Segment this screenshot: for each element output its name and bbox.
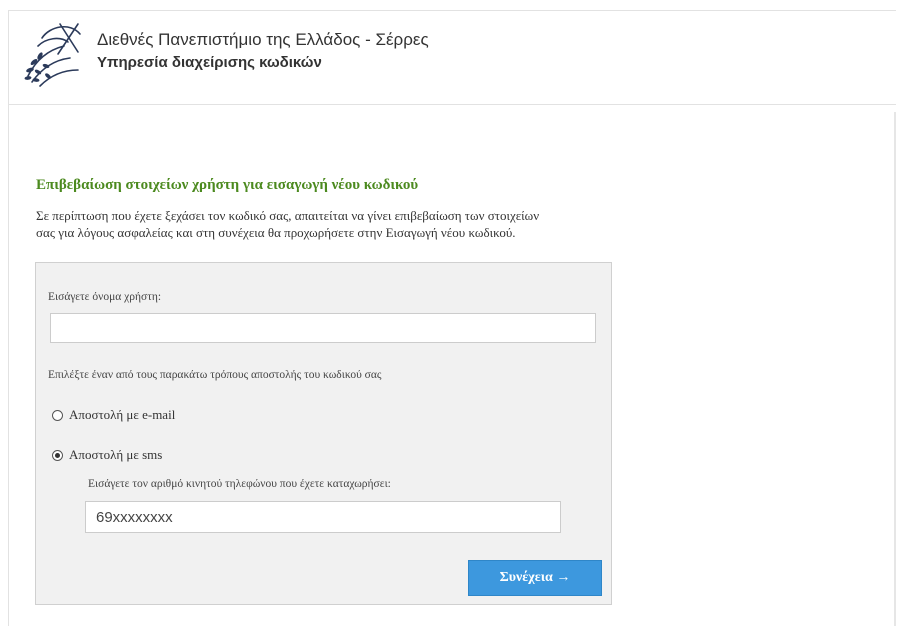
phone-label: Εισάγετε τον αριθμό κινητού τηλεφώνου πο… <box>88 478 391 490</box>
phone-input[interactable] <box>85 501 561 533</box>
right-divider <box>894 112 896 626</box>
username-label: Εισάγετε όνομα χρήστη: <box>48 291 162 303</box>
email-option-label: Αποστολή με e-mail <box>69 407 176 422</box>
sms-option-label: Αποστολή με sms <box>69 447 163 462</box>
university-name: Διεθνές Πανεπιστήμιο της Ελλάδος - Σέρρε… <box>97 30 429 49</box>
site-header: Διεθνές Πανεπιστήμιο της Ελλάδος - Σέρρε… <box>8 10 896 105</box>
send-method-label: Επιλέξτε έναν από τους παρακάτω τρόπους … <box>48 369 382 381</box>
service-name: Υπηρεσία διαχείρισης κωδικών <box>97 54 322 71</box>
university-logo-icon <box>24 23 81 87</box>
radio-option-email[interactable]: Αποστολή με e-mail <box>52 407 175 423</box>
username-input[interactable] <box>50 313 596 343</box>
intro-line-1: Σε περίπτωση που έχετε ξεχάσει τον κωδικ… <box>36 208 540 223</box>
page-title: Επιβεβαίωση στοιχείων χρήστη για εισαγωγ… <box>36 177 419 193</box>
verification-form: Εισάγετε όνομα χρήστη: Επιλέξτε έναν από… <box>35 262 612 605</box>
continue-button[interactable]: Συνέχεια → <box>468 560 602 596</box>
radio-option-sms[interactable]: Αποστολή με sms <box>52 447 162 463</box>
intro-text: Σε περίπτωση που έχετε ξεχάσει τον κωδικ… <box>36 207 616 241</box>
sms-radio-button[interactable] <box>52 449 63 461</box>
email-radio-button[interactable] <box>52 409 63 421</box>
intro-line-2: σας για λόγους ασφαλείας και στη συνέχει… <box>36 225 516 240</box>
